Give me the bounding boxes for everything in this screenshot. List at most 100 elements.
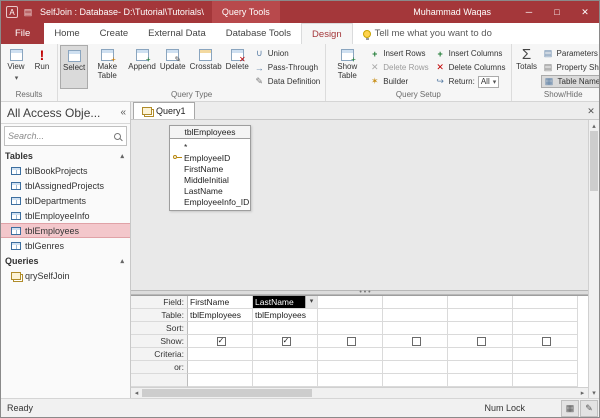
scroll-down-icon[interactable] — [589, 387, 599, 398]
field-list-title[interactable]: tblEmployees — [170, 126, 250, 139]
show-cell-1[interactable]: ✓ — [188, 335, 253, 348]
show-cell-2[interactable]: ✓ — [253, 335, 318, 348]
select-query-button[interactable]: Select — [60, 45, 88, 89]
blank-cell-5[interactable] — [448, 374, 513, 387]
table-cell-3[interactable] — [318, 309, 383, 322]
table-cell-1[interactable]: tblEmployees — [188, 309, 253, 322]
shutter-bar-icon[interactable] — [120, 107, 126, 118]
sort-cell-6[interactable] — [513, 322, 578, 335]
make-table-button[interactable]: Make Table — [88, 45, 126, 89]
blank-cell-1[interactable] — [188, 374, 253, 387]
blank-cell-2[interactable] — [253, 374, 318, 387]
show-cell-6[interactable] — [513, 335, 578, 348]
insert-rows-button[interactable]: Insert Rows — [367, 47, 430, 60]
show-checkbox[interactable] — [542, 337, 551, 346]
property-sheet-button[interactable]: Property Sheet — [541, 61, 599, 74]
criteria-cell-2[interactable] — [253, 348, 318, 361]
criteria-cell-5[interactable] — [448, 348, 513, 361]
run-button[interactable]: Run — [29, 45, 55, 89]
delete-rows-button[interactable]: Delete Rows — [367, 61, 430, 74]
table-names-button[interactable]: Table Names — [541, 75, 599, 88]
vertical-scroll-thumb[interactable] — [590, 131, 598, 191]
field-asterisk[interactable]: * — [170, 141, 250, 152]
tab-database-tools[interactable]: Database Tools — [216, 23, 301, 44]
tab-home[interactable]: Home — [44, 23, 89, 44]
show-table-button[interactable]: Show Table — [328, 45, 366, 89]
union-button[interactable]: Union — [252, 47, 322, 60]
or-cell-3[interactable] — [318, 361, 383, 374]
section-tables[interactable]: Tables — [1, 148, 130, 163]
sidebar-item-tblemployees[interactable]: tblEmployees — [1, 223, 130, 238]
blank-cell-4[interactable] — [383, 374, 448, 387]
return-dropdown[interactable]: All — [478, 76, 499, 88]
save-icon[interactable] — [22, 6, 34, 18]
table-cell-5[interactable] — [448, 309, 513, 322]
tab-external-data[interactable]: External Data — [138, 23, 216, 44]
sort-cell-3[interactable] — [318, 322, 383, 335]
sort-cell-5[interactable] — [448, 322, 513, 335]
criteria-cell-6[interactable] — [513, 348, 578, 361]
or-cell-6[interactable] — [513, 361, 578, 374]
show-checkbox[interactable]: ✓ — [282, 337, 291, 346]
totals-button[interactable]: Totals — [514, 45, 540, 89]
horizontal-scroll-thumb[interactable] — [142, 389, 312, 397]
sort-cell-4[interactable] — [383, 322, 448, 335]
criteria-cell-3[interactable] — [318, 348, 383, 361]
append-button[interactable]: Append — [126, 45, 158, 89]
delete-query-button[interactable]: Delete — [224, 45, 251, 89]
scroll-up-icon[interactable] — [589, 120, 599, 131]
search-box[interactable]: Search... — [4, 126, 127, 146]
show-cell-4[interactable] — [383, 335, 448, 348]
field-cell-1[interactable]: FirstName — [188, 296, 253, 309]
scroll-left-icon[interactable] — [131, 388, 142, 398]
close-icon[interactable] — [571, 1, 599, 23]
view-button[interactable]: View — [3, 45, 29, 89]
sidebar-item-tblassignedprojects[interactable]: tblAssignedProjects — [1, 178, 130, 193]
sidebar-item-qryselfjoin[interactable]: qrySelfJoin — [1, 268, 130, 283]
field-dropdown-icon[interactable] — [305, 296, 317, 308]
field-list-tblemployees[interactable]: tblEmployees * EmployeeID FirstName — [169, 125, 251, 211]
sidebar-item-tblemployeeinfo[interactable]: tblEmployeeInfo — [1, 208, 130, 223]
show-checkbox[interactable] — [412, 337, 421, 346]
tab-query1[interactable]: Query1 — [133, 102, 195, 119]
parameters-button[interactable]: Parameters — [541, 47, 599, 60]
sidebar-item-tblgenres[interactable]: tblGenres — [1, 238, 130, 253]
or-cell-2[interactable] — [253, 361, 318, 374]
data-definition-button[interactable]: Data Definition — [252, 75, 322, 88]
table-cell-4[interactable] — [383, 309, 448, 322]
show-checkbox[interactable] — [347, 337, 356, 346]
tab-create[interactable]: Create — [90, 23, 139, 44]
or-cell-1[interactable] — [188, 361, 253, 374]
tab-file[interactable]: File — [1, 23, 44, 44]
insert-columns-button[interactable]: Insert Columns — [433, 47, 508, 60]
or-cell-4[interactable] — [383, 361, 448, 374]
sort-cell-1[interactable] — [188, 322, 253, 335]
tell-me-box[interactable]: Tell me what you want to do — [363, 23, 492, 44]
query-design-surface[interactable]: tblEmployees * EmployeeID FirstName — [131, 120, 588, 290]
pass-through-button[interactable]: Pass-Through — [252, 61, 322, 74]
sidebar-item-tblbookprojects[interactable]: tblBookProjects — [1, 163, 130, 178]
design-view-button[interactable] — [580, 400, 598, 417]
section-queries[interactable]: Queries — [1, 253, 130, 268]
criteria-cell-1[interactable] — [188, 348, 253, 361]
delete-columns-button[interactable]: Delete Columns — [433, 61, 508, 74]
blank-cell-3[interactable] — [318, 374, 383, 387]
field-cell-4[interactable] — [383, 296, 448, 309]
field-cell-2[interactable]: LastName — [253, 296, 318, 309]
field-cell-3[interactable] — [318, 296, 383, 309]
vertical-scrollbar[interactable] — [588, 120, 599, 398]
or-cell-5[interactable] — [448, 361, 513, 374]
field-firstname[interactable]: FirstName — [170, 163, 250, 174]
field-cell-5[interactable] — [448, 296, 513, 309]
grid-horizontal-scrollbar[interactable] — [131, 387, 588, 398]
field-cell-6[interactable] — [513, 296, 578, 309]
datasheet-view-button[interactable] — [561, 400, 579, 417]
nav-pane-header[interactable]: All Access Obje... — [1, 102, 130, 124]
tab-design[interactable]: Design — [301, 23, 353, 44]
builder-button[interactable]: Builder — [367, 75, 430, 88]
close-document-icon[interactable] — [583, 103, 599, 119]
table-cell-6[interactable] — [513, 309, 578, 322]
minimize-icon[interactable] — [515, 1, 543, 23]
field-lastname[interactable]: LastName — [170, 185, 250, 196]
maximize-icon[interactable] — [543, 1, 571, 23]
